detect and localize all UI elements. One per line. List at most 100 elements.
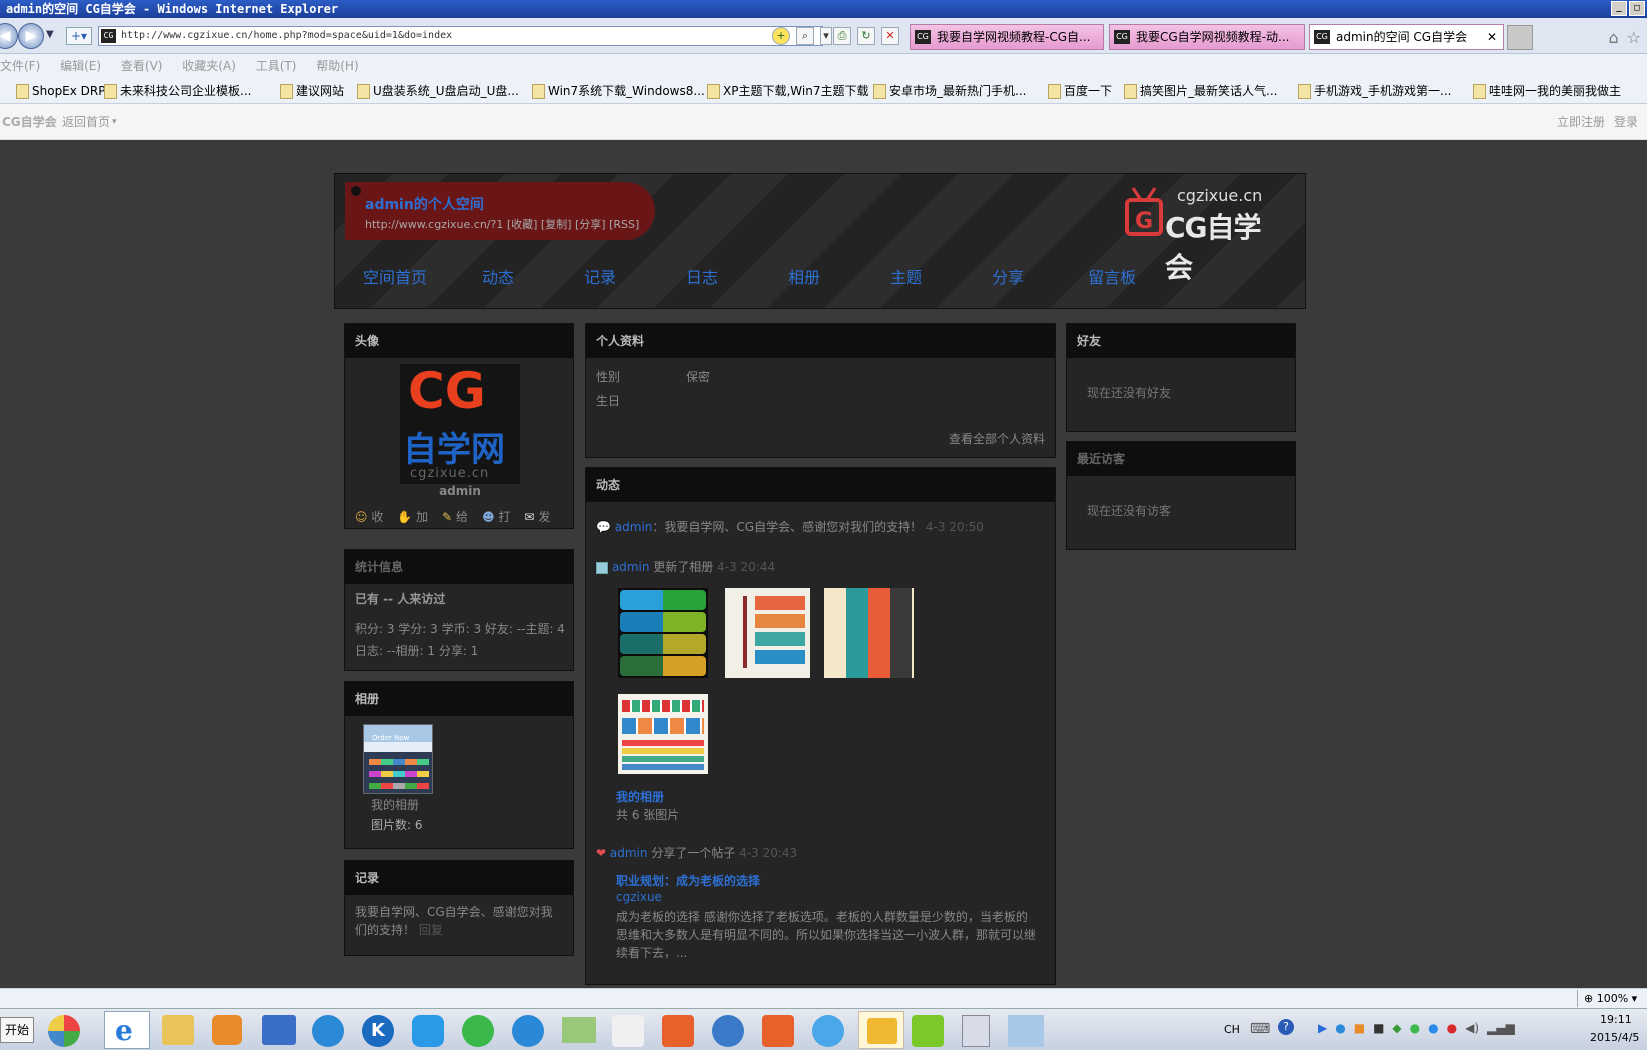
tray-360-icon[interactable]: ● (1410, 1021, 1420, 1035)
nav-feed[interactable]: 动态 (482, 264, 514, 288)
tray-cloud-icon[interactable]: ● (1335, 1021, 1345, 1035)
site-logo[interactable]: G cgzixue.cn CG自学会 (1125, 186, 1281, 284)
file-manager-task-button[interactable] (858, 1011, 904, 1049)
volume-icon[interactable]: ◀) (1465, 1021, 1479, 1035)
compat-view-icon[interactable]: ⎙ (833, 27, 851, 45)
nav-album[interactable]: 相册 (788, 264, 820, 288)
k-app-icon[interactable]: K (362, 1015, 394, 1047)
menu-favorites[interactable]: 收藏夹(A) (182, 59, 236, 73)
calculator-icon[interactable] (962, 1015, 990, 1047)
favorites-star-icon[interactable]: ☆ (1627, 28, 1641, 47)
space-title[interactable]: admin的个人空间 (365, 194, 484, 214)
favorite-link[interactable]: 建议网站 (280, 78, 344, 103)
address-input[interactable]: CG http://www.cgzixue.cn/home.php?mod=sp… (98, 26, 823, 46)
refresh-icon[interactable]: ↻ (857, 27, 875, 45)
search-icon[interactable]: ⌕ (796, 27, 814, 45)
zoom-control[interactable]: ⊕ 100% ▾ (1577, 990, 1647, 1007)
filezilla-2-icon[interactable] (762, 1015, 794, 1047)
album-name[interactable]: 我的相册 (371, 796, 419, 813)
money-app-icon[interactable] (562, 1017, 596, 1043)
ie-task-button[interactable]: e (104, 1011, 150, 1049)
tray-play-icon[interactable]: ▶ (1318, 1021, 1327, 1035)
feed-user-link[interactable]: admin (612, 560, 650, 574)
stop-icon[interactable]: ✕ (881, 27, 899, 45)
favorite-link[interactable]: XP主题下载,Win7主题下载 (707, 78, 868, 103)
notepad-icon[interactable] (1008, 1015, 1044, 1047)
minimize-button[interactable]: _ (1611, 1, 1627, 16)
favorite-link[interactable]: 未来科技公司企业模板... (104, 78, 251, 103)
album-photo-2[interactable] (725, 588, 810, 678)
tab-1[interactable]: CG 我要自学网视频教程-CG自... (910, 24, 1104, 50)
feed-album-link[interactable]: 我的相册 (616, 788, 664, 805)
browser-360-icon[interactable] (462, 1015, 494, 1047)
album-photo-3[interactable] (824, 588, 914, 678)
media-player-icon[interactable] (212, 1015, 242, 1045)
menu-file[interactable]: 文件(F) (0, 59, 40, 73)
nav-share[interactable]: 分享 (992, 264, 1024, 288)
add-favorite-icon[interactable]: +▾ (66, 27, 92, 45)
back-button[interactable]: ◀ (0, 23, 18, 49)
favorite-link[interactable]: 百度一下 (1048, 78, 1112, 103)
nav-records[interactable]: 记录 (584, 264, 616, 288)
keyboard-icon[interactable]: ⌨ (1250, 1021, 1270, 1037)
nav-blog[interactable]: 日志 (686, 264, 718, 288)
tab-2[interactable]: CG 我要CG自学网视频教程-动... (1109, 24, 1305, 50)
tab-3-active[interactable]: CG admin的空间 CG自学会 ✕ (1309, 24, 1504, 50)
favorite-link[interactable]: U盘装系统_U盘启动_U盘... (357, 78, 519, 103)
forward-button[interactable]: ▶ (18, 23, 44, 49)
tray-shield-icon[interactable]: ◆ (1392, 1021, 1401, 1035)
clock-time[interactable]: 19:11 (1600, 1013, 1632, 1026)
reply-link[interactable]: 回复 (419, 923, 443, 937)
feed-user-link[interactable]: admin (615, 520, 653, 534)
greet-action[interactable]: ☻ 打 (482, 508, 510, 525)
username[interactable]: admin (345, 484, 575, 498)
filezilla-icon[interactable] (662, 1015, 694, 1047)
view-all-profile-link[interactable]: 查看全部个人资料 (949, 430, 1045, 447)
favorite-link[interactable]: ShopEx DRP (16, 78, 106, 103)
nav-threads[interactable]: 主题 (890, 264, 922, 288)
pen-tool-icon[interactable] (612, 1015, 644, 1047)
folder-icon[interactable] (162, 1015, 194, 1045)
start-button[interactable]: 开始 (0, 1017, 34, 1043)
register-link[interactable]: 立即注册 (1557, 104, 1605, 140)
signal-icon[interactable]: ▂▄▆ (1487, 1021, 1515, 1035)
favorite-link[interactable]: Win7系统下载_Windows8... (532, 78, 705, 103)
menu-help[interactable]: 帮助(H) (316, 59, 358, 73)
menu-view[interactable]: 查看(V) (121, 59, 163, 73)
tray-qq-icon[interactable]: ● (1447, 1021, 1457, 1035)
help-icon[interactable]: ? (1278, 1019, 1294, 1035)
chat-app-icon[interactable] (812, 1015, 844, 1047)
collect-action[interactable]: ☺ 收 (355, 508, 383, 525)
language-indicator[interactable]: CH (1224, 1023, 1240, 1036)
shared-post-author[interactable]: cgzixue (616, 890, 662, 904)
iqiyi-icon[interactable] (912, 1015, 944, 1047)
history-dropdown-icon[interactable]: ▼ (46, 29, 54, 40)
menu-tools[interactable]: 工具(T) (256, 59, 297, 73)
favorite-link[interactable]: 安卓市场_最新热门手机... (873, 78, 1026, 103)
album-thumbnail[interactable]: Order Now (363, 724, 433, 794)
network-app-icon[interactable] (712, 1015, 744, 1047)
menu-edit[interactable]: 编辑(E) (60, 59, 101, 73)
favorite-link[interactable]: 搞笑图片_最新笑话人气... (1124, 78, 1277, 103)
maximize-button[interactable]: □ (1629, 1, 1645, 16)
tray-network-icon[interactable]: ● (1428, 1021, 1438, 1035)
feed-user-link[interactable]: admin (610, 846, 648, 860)
cloud-drive-icon[interactable] (412, 1015, 444, 1047)
message-action[interactable]: ✎ 给 (442, 508, 468, 525)
album-photo-4[interactable] (618, 694, 708, 774)
favorite-link[interactable]: 哇哇网一我的美丽我做主 (1473, 78, 1621, 103)
search-dropdown-icon[interactable]: ▾ (820, 27, 832, 45)
nav-space-home[interactable]: 空间首页 (363, 264, 427, 288)
shared-post-title[interactable]: 职业规划：成为老板的选择 (616, 872, 760, 889)
nav-guestbook[interactable]: 留言板 (1088, 264, 1136, 288)
close-tab-icon[interactable]: ✕ (1487, 25, 1497, 49)
add-friend-action[interactable]: ✋ 加 (397, 508, 428, 525)
album-photo-1[interactable] (618, 588, 708, 678)
home-icon[interactable]: ⌂ (1609, 28, 1619, 47)
favorite-link[interactable]: 手机游戏_手机游戏第一... (1298, 78, 1451, 103)
tray-monitor-icon[interactable]: ■ (1373, 1021, 1384, 1035)
avatar[interactable]: CG 自学网 cgzixue.cn (400, 362, 520, 484)
tray-app-icon[interactable]: ■ (1354, 1021, 1365, 1035)
computer-icon[interactable] (262, 1015, 296, 1045)
compat-icon[interactable]: + (772, 27, 790, 45)
